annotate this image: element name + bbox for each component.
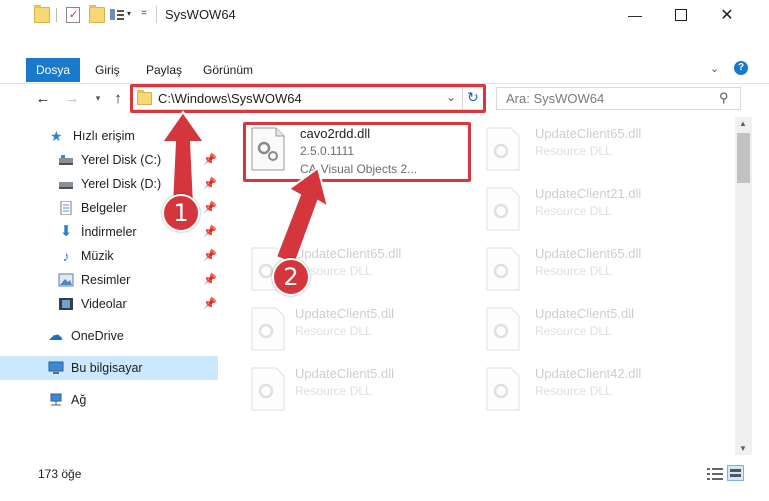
step-badge-1: 1 [162,194,200,232]
arrow-2 [274,166,330,266]
annotation-arrows [160,110,330,266]
details-view-icon[interactable] [707,467,723,481]
arrow-1 [160,110,206,206]
scroll-down-icon[interactable]: ▼ [739,444,747,453]
scrollbar-thumb[interactable] [737,133,750,183]
tiles-view-icon[interactable] [727,465,744,481]
item-count: 173 öğe [38,467,82,481]
scroll-up-icon[interactable]: ▲ [739,119,747,128]
step-badge-2: 2 [272,258,310,296]
